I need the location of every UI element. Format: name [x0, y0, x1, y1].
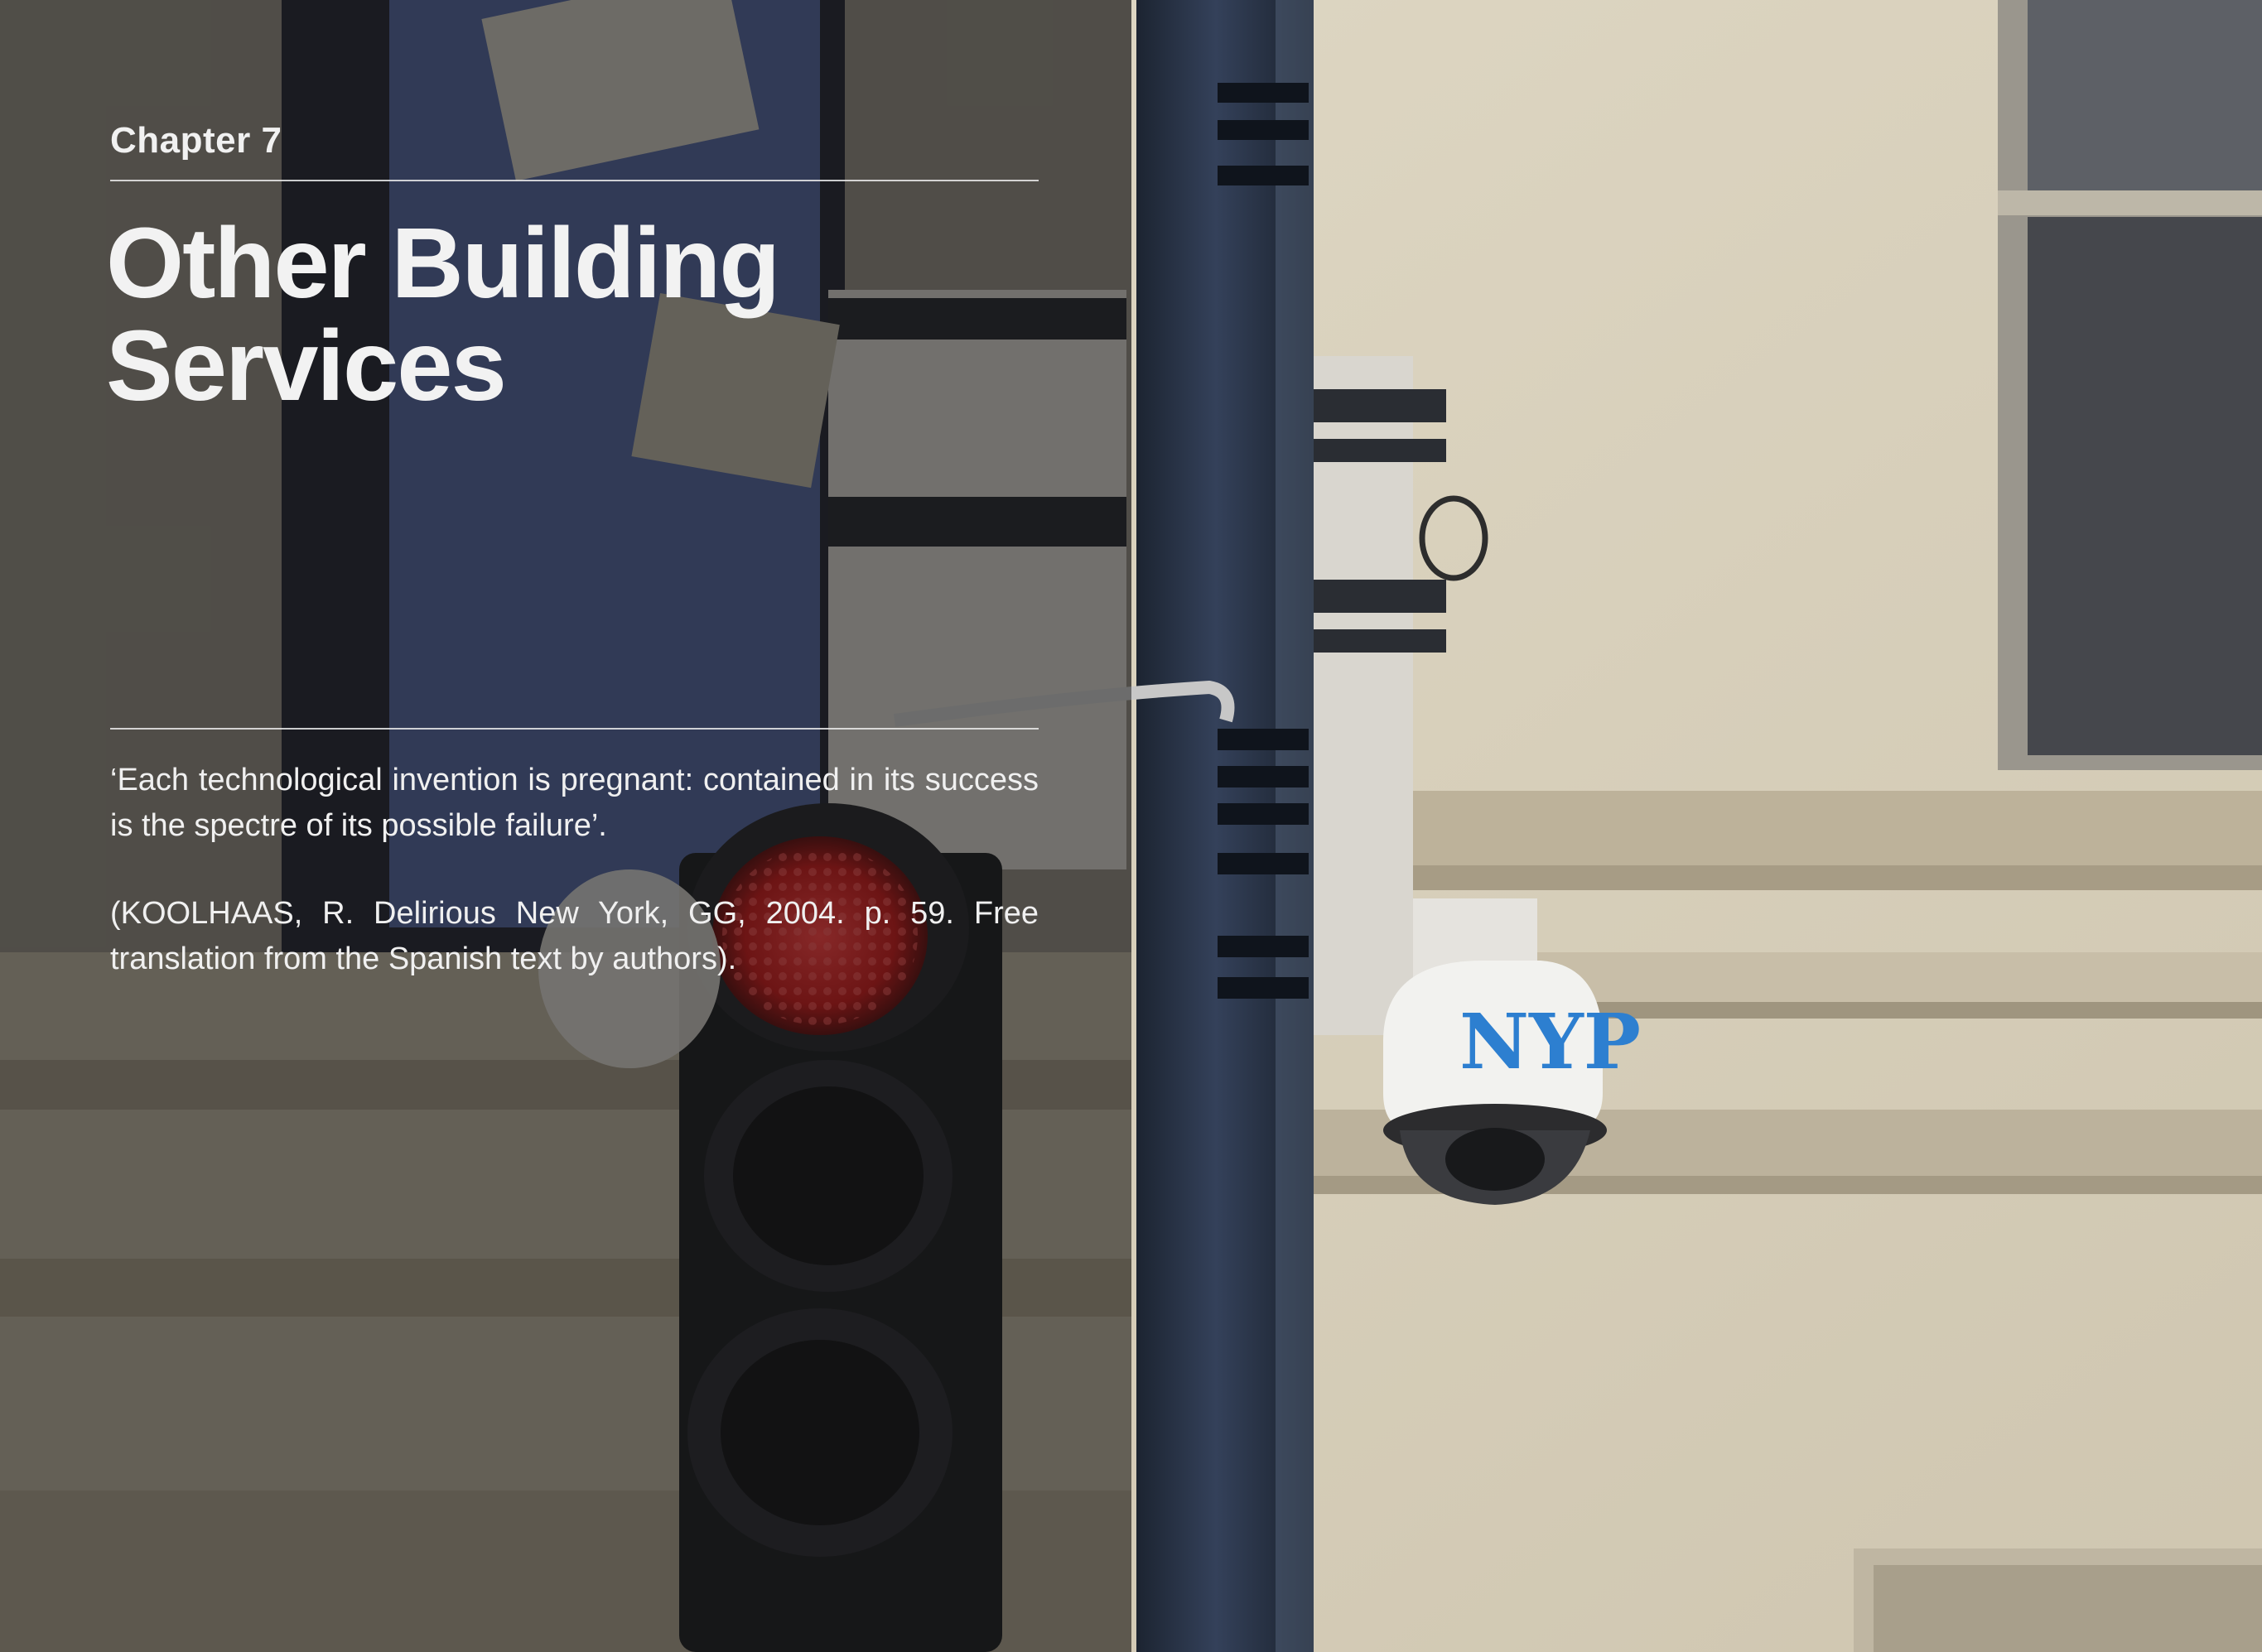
svg-text:NYP: NYP [1459, 997, 1641, 1086]
epigraph-citation: (KOOLHAAS, R. Delirious New York, GG, 20… [110, 896, 1039, 976]
chapter-title-line-2: Services [106, 309, 507, 421]
chapter-number: Chapter 7 [110, 120, 282, 161]
divider-bottom [110, 728, 1039, 730]
chapter-opener-page: NYP Chapter 7 Other Building Services ‘E… [0, 0, 2262, 1652]
chapter-title-line-1: Other Building [106, 206, 780, 319]
epigraph-quote: ‘Each technological invention is pregnan… [110, 763, 1039, 843]
chapter-title: Other Building Services [106, 211, 1042, 417]
divider-top [110, 180, 1039, 181]
